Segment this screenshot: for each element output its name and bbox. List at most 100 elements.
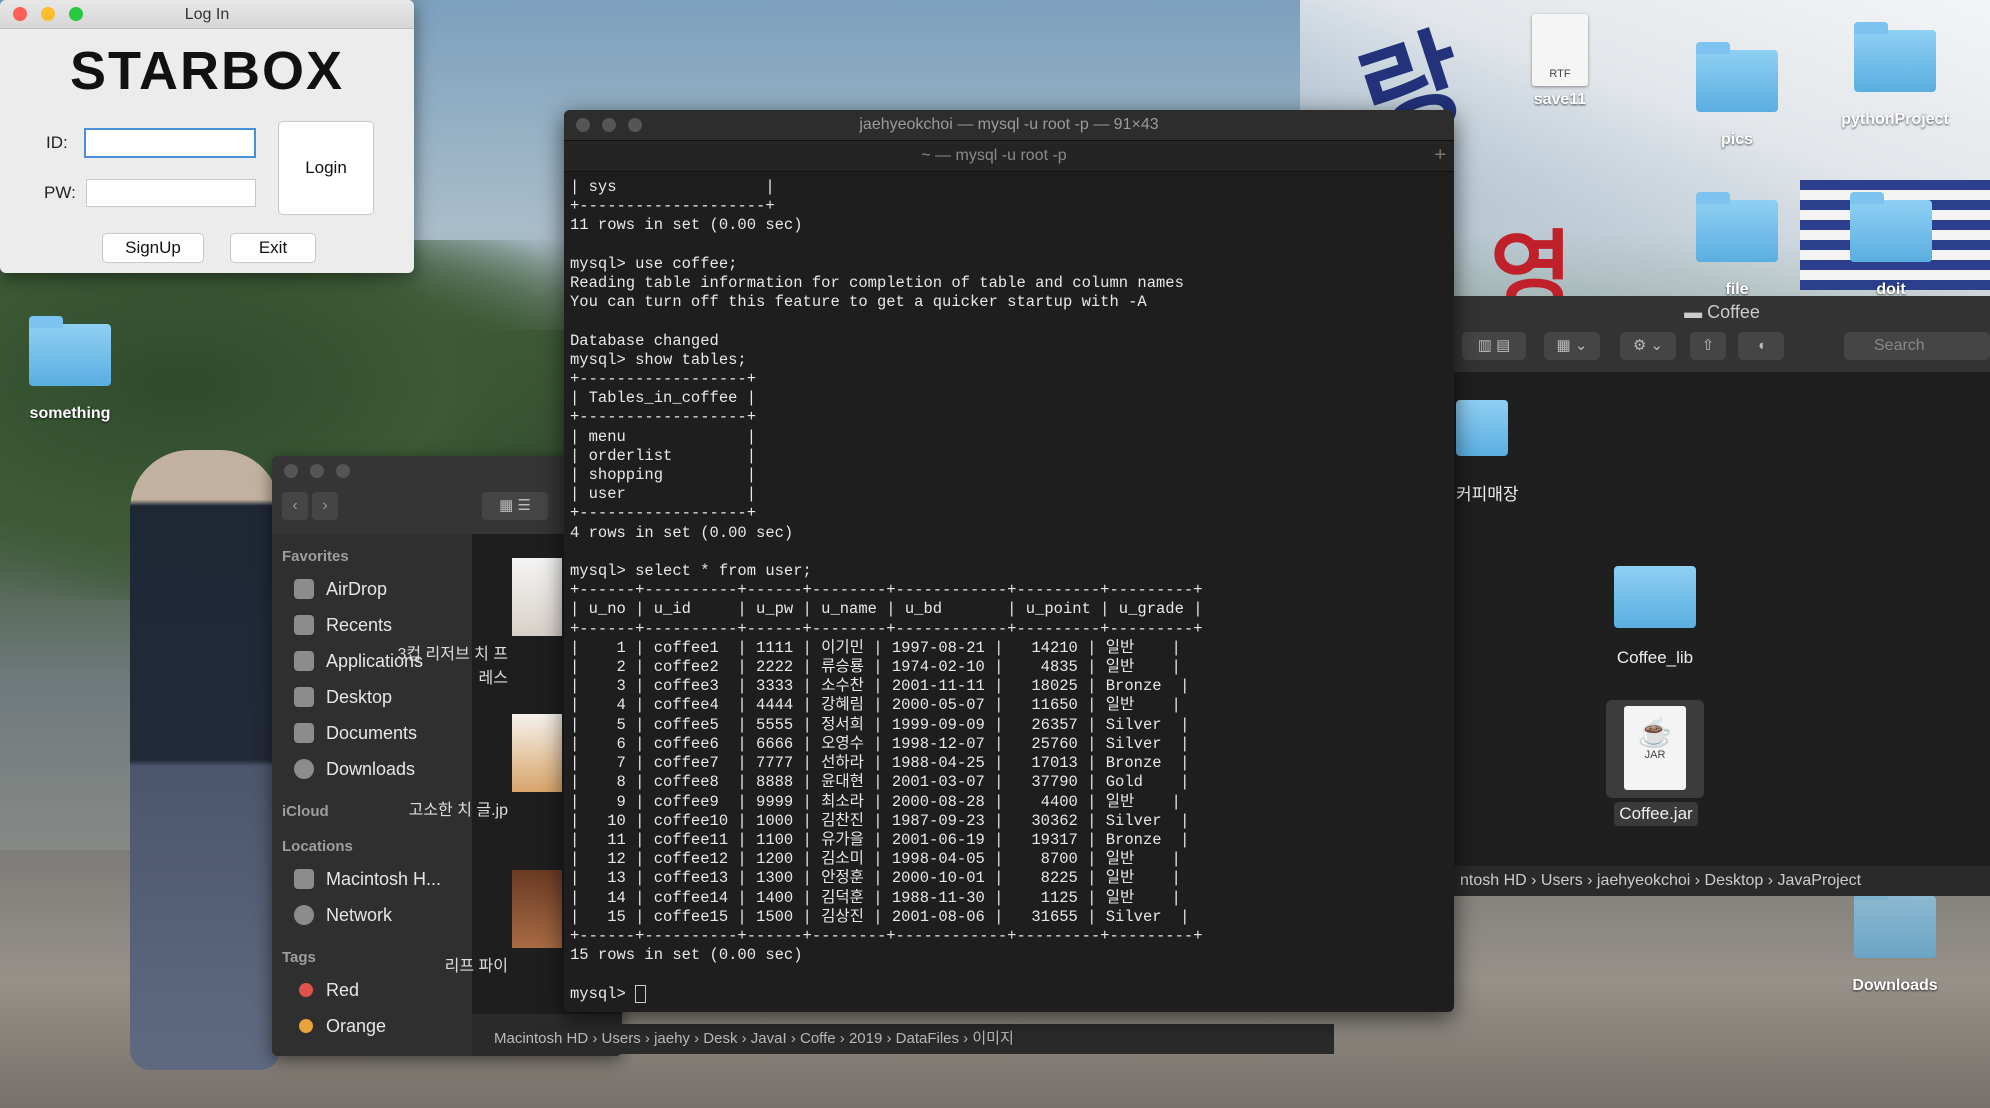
path-segment[interactable]: jaehy bbox=[654, 1030, 690, 1047]
search-input[interactable]: Search bbox=[1844, 332, 1990, 360]
group-icon[interactable]: ▦ ⌄ bbox=[1544, 332, 1600, 360]
forward-button[interactable]: › bbox=[312, 492, 338, 520]
file-thumbnail[interactable] bbox=[512, 870, 562, 948]
path-segment[interactable]: 2019 bbox=[849, 1030, 882, 1047]
path-segment[interactable]: DataFiles bbox=[896, 1030, 959, 1047]
selected-file-highlight[interactable]: ☕ JAR bbox=[1606, 700, 1704, 798]
desktop-icon-pics[interactable]: pics bbox=[1692, 42, 1782, 149]
sidebar-item-documents[interactable]: Documents bbox=[272, 715, 472, 751]
desktop-icon-label: something bbox=[29, 405, 111, 422]
coffee-cup-icon: ☕ JAR bbox=[1624, 706, 1686, 790]
desktop-icon-file[interactable]: file bbox=[1692, 192, 1782, 299]
desktop-icon-save11[interactable]: RTF save11 bbox=[1520, 14, 1600, 109]
terminal-line: mysql> show tables; bbox=[570, 350, 747, 369]
desktop-icon-doit[interactable]: doit bbox=[1846, 192, 1936, 299]
new-tab-plus-icon[interactable]: + bbox=[1434, 144, 1446, 167]
terminal-line: | 12 | coffee12 | 1200 | 김소미 | 1998-04-0… bbox=[570, 850, 1181, 869]
exit-button[interactable]: Exit bbox=[230, 233, 316, 263]
sidebar-item-airdrop[interactable]: AirDrop bbox=[272, 571, 472, 607]
file-label[interactable]: Coffee.jar bbox=[1614, 802, 1698, 826]
column-view-icon[interactable]: ▥ ▤ bbox=[1462, 332, 1526, 360]
sidebar-item-downloads[interactable]: Downloads bbox=[272, 751, 472, 787]
back-button[interactable]: ‹ bbox=[282, 492, 308, 520]
terminal-line: | 5 | coffee5 | 5555 | 정서희 | 1999-09-09 … bbox=[570, 715, 1190, 734]
terminal-line: | sys | bbox=[570, 178, 775, 196]
rtf-document-icon: RTF bbox=[1532, 14, 1588, 86]
terminal-line: | 4 | coffee4 | 4444 | 강혜림 | 2000-05-07 … bbox=[570, 696, 1181, 715]
terminal-line: mysql> bbox=[570, 984, 636, 1003]
view-mode-icon[interactable]: ▦ ☰ bbox=[482, 492, 548, 520]
terminal-line: | shopping | bbox=[570, 466, 757, 485]
finder-title: ▬ Coffee bbox=[1684, 302, 1760, 322]
path-segment[interactable]: jaehyeokchoi bbox=[1597, 872, 1690, 889]
file-thumbnail[interactable] bbox=[512, 558, 562, 636]
sidebar-item-label: Downloads bbox=[326, 759, 416, 779]
desktop-icon-label: save11 bbox=[1533, 91, 1587, 108]
path-segment[interactable]: ntosh HD bbox=[1460, 872, 1527, 889]
pw-label: PW: bbox=[44, 183, 76, 202]
terminal-line: +------------------+ bbox=[570, 370, 757, 389]
minimize-window-button[interactable] bbox=[310, 464, 324, 478]
path-segment[interactable]: Users bbox=[1541, 872, 1583, 889]
terminal-tab[interactable]: ~ — mysql -u root -p + bbox=[564, 140, 1454, 172]
folder-icon[interactable] bbox=[1456, 400, 1508, 456]
file-label[interactable]: Coffee_lib bbox=[1594, 648, 1716, 668]
finder-sidebar: Favorites AirDrop Recents Applications D… bbox=[272, 534, 472, 1056]
zoom-window-button[interactable] bbox=[336, 464, 350, 478]
terminal-line: | 1 | coffee1 | 1111 | 이기민 | 1997-08-21 … bbox=[570, 638, 1181, 657]
tag-icon[interactable]: ◖ bbox=[1738, 332, 1784, 360]
pw-input[interactable] bbox=[86, 179, 256, 207]
file-thumbnail[interactable] bbox=[512, 714, 562, 792]
terminal-line: +------+----------+------+--------+-----… bbox=[570, 926, 1203, 945]
login-window: Log In STARBOX ID: PW: Login SignUp Exit bbox=[0, 0, 414, 273]
desktop-icon-label: Downloads bbox=[1852, 977, 1938, 994]
path-segment[interactable]: 이미지 bbox=[972, 1030, 1013, 1047]
terminal-line: | 11 | coffee11 | 1100 | 유가을 | 2001-06-1… bbox=[570, 830, 1190, 849]
folder-icon bbox=[1854, 888, 1936, 958]
sidebar-item-label: Red bbox=[326, 980, 360, 1000]
terminal-line: +------+----------+------+--------+-----… bbox=[570, 581, 1203, 600]
sidebar-tag-red[interactable]: Red bbox=[272, 972, 472, 1008]
desktop-icon-downloads[interactable]: Downloads bbox=[1840, 888, 1950, 995]
path-segment[interactable]: Coffe bbox=[800, 1030, 836, 1047]
downloads-icon bbox=[294, 759, 314, 779]
locations-header: Locations bbox=[282, 838, 353, 855]
file-label[interactable]: 리프 파이 bbox=[388, 952, 508, 976]
sidebar-item-network[interactable]: Network bbox=[272, 897, 472, 933]
path-segment[interactable]: JavaProject bbox=[1777, 872, 1861, 889]
file-label[interactable]: 고소한 치 글.jp bbox=[388, 796, 508, 820]
folder-icon[interactable] bbox=[1614, 566, 1696, 628]
close-window-button[interactable] bbox=[284, 464, 298, 478]
path-segment[interactable]: Users bbox=[602, 1030, 641, 1047]
terminal-line: | 7 | coffee7 | 7777 | 선하라 | 1988-04-25 … bbox=[570, 754, 1190, 773]
login-button[interactable]: Login bbox=[278, 121, 374, 215]
terminal-line: mysql> use coffee; bbox=[570, 254, 738, 273]
path-segment[interactable]: Desk bbox=[703, 1030, 737, 1047]
sidebar-item-label: Network bbox=[326, 905, 393, 925]
signup-button[interactable]: SignUp bbox=[102, 233, 204, 263]
file-label[interactable]: 3컵 리저브 치 프레스 bbox=[388, 640, 508, 688]
desktop-icon-pythonProject[interactable]: pythonProject bbox=[1830, 22, 1960, 129]
sidebar-item-macintosh-hd[interactable]: Macintosh H... bbox=[272, 861, 472, 897]
terminal-line: 11 rows in set (0.00 sec) bbox=[570, 216, 803, 235]
terminal-line: | 9 | coffee9 | 9999 | 최소라 | 2000-08-28 … bbox=[570, 792, 1181, 811]
sidebar-item-recents[interactable]: Recents bbox=[272, 607, 472, 643]
terminal-line: +------------------+ bbox=[570, 408, 757, 427]
terminal-output[interactable]: | sys | +--------------------+ 11 rows i… bbox=[564, 172, 1454, 1010]
path-segment[interactable]: Macintosh HD bbox=[494, 1030, 588, 1047]
terminal-line: +--------------------+ bbox=[570, 197, 775, 216]
file-label[interactable]: 커피매장 bbox=[1456, 480, 1556, 505]
gear-icon[interactable]: ⚙ ⌄ bbox=[1620, 332, 1676, 360]
path-segment[interactable]: Desktop bbox=[1705, 872, 1764, 889]
id-input[interactable] bbox=[84, 128, 256, 158]
terminal-line: +------+----------+------+--------+-----… bbox=[570, 619, 1203, 638]
sidebar-tag-orange[interactable]: Orange bbox=[272, 1008, 472, 1044]
desktop-icon-something[interactable]: something bbox=[20, 316, 120, 423]
path-bar-right: ntosh HD › Users › jaehyeokchoi › Deskto… bbox=[1454, 866, 1990, 896]
share-icon[interactable]: ⇧ bbox=[1690, 332, 1726, 360]
wallpaper-person bbox=[130, 450, 280, 1070]
terminal-line: | 13 | coffee13 | 1300 | 안정훈 | 2000-10-0… bbox=[570, 869, 1181, 888]
sidebar-item-label: Macintosh H... bbox=[326, 869, 442, 889]
path-segment[interactable]: JavaI bbox=[751, 1030, 787, 1047]
window-title: Log In bbox=[184, 6, 230, 23]
